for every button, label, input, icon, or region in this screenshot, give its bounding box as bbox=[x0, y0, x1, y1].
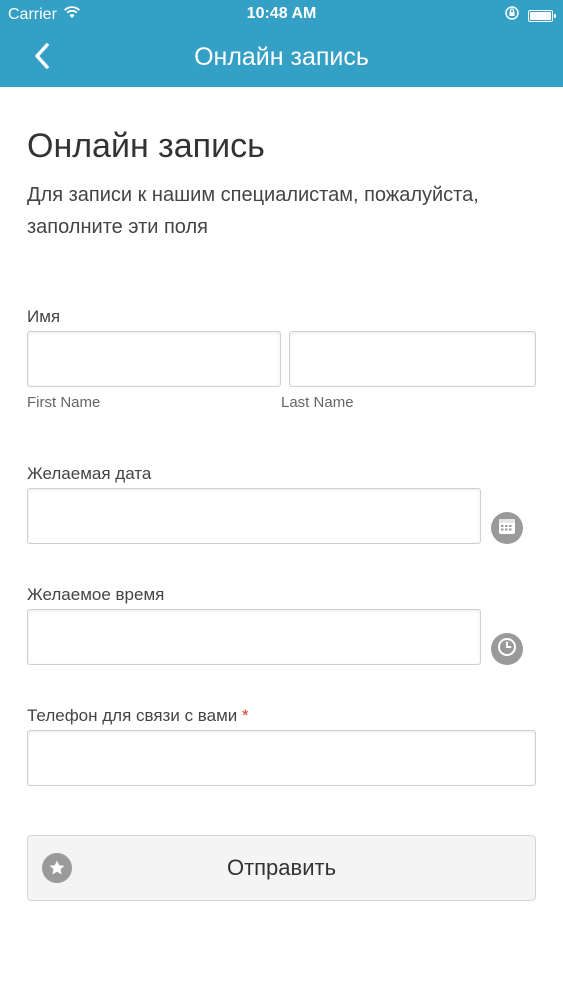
star-icon bbox=[42, 853, 72, 883]
clock-button[interactable] bbox=[491, 633, 523, 665]
page-subtitle: Для записи к нашим специалистам, пожалуй… bbox=[27, 184, 479, 238]
submit-button[interactable]: Отправить bbox=[27, 835, 536, 901]
last-name-input[interactable] bbox=[289, 331, 536, 387]
time-label: Желаемое время bbox=[27, 585, 165, 604]
page-title: Онлайн запись bbox=[27, 127, 265, 165]
date-input[interactable] bbox=[27, 488, 481, 544]
navigation-bar: Онлайн запись bbox=[0, 30, 563, 87]
required-mark: * bbox=[242, 706, 249, 725]
name-label: Имя bbox=[27, 307, 61, 326]
submit-label: Отправить bbox=[226, 855, 337, 880]
calendar-button[interactable] bbox=[491, 512, 523, 544]
phone-label: Телефон для связи с вами * bbox=[27, 706, 249, 726]
first-name-hint: First Name bbox=[27, 394, 101, 411]
phone-input[interactable] bbox=[27, 730, 536, 786]
last-name-hint: Last Name bbox=[281, 394, 354, 411]
time-input[interactable] bbox=[27, 609, 481, 665]
clock-icon bbox=[496, 636, 518, 663]
first-name-input[interactable] bbox=[27, 331, 281, 387]
calendar-icon bbox=[497, 516, 517, 541]
status-bar: Carrier 10:48 AM bbox=[0, 0, 563, 30]
orientation-lock-icon bbox=[504, 5, 520, 26]
nav-title: Онлайн запись bbox=[194, 43, 369, 71]
battery-icon bbox=[528, 9, 556, 22]
date-label: Желаемая дата bbox=[27, 464, 152, 483]
status-right-group bbox=[504, 5, 556, 26]
status-time: 10:48 AM bbox=[246, 5, 317, 22]
phone-label-text: Телефон для связи с вами bbox=[27, 706, 238, 725]
